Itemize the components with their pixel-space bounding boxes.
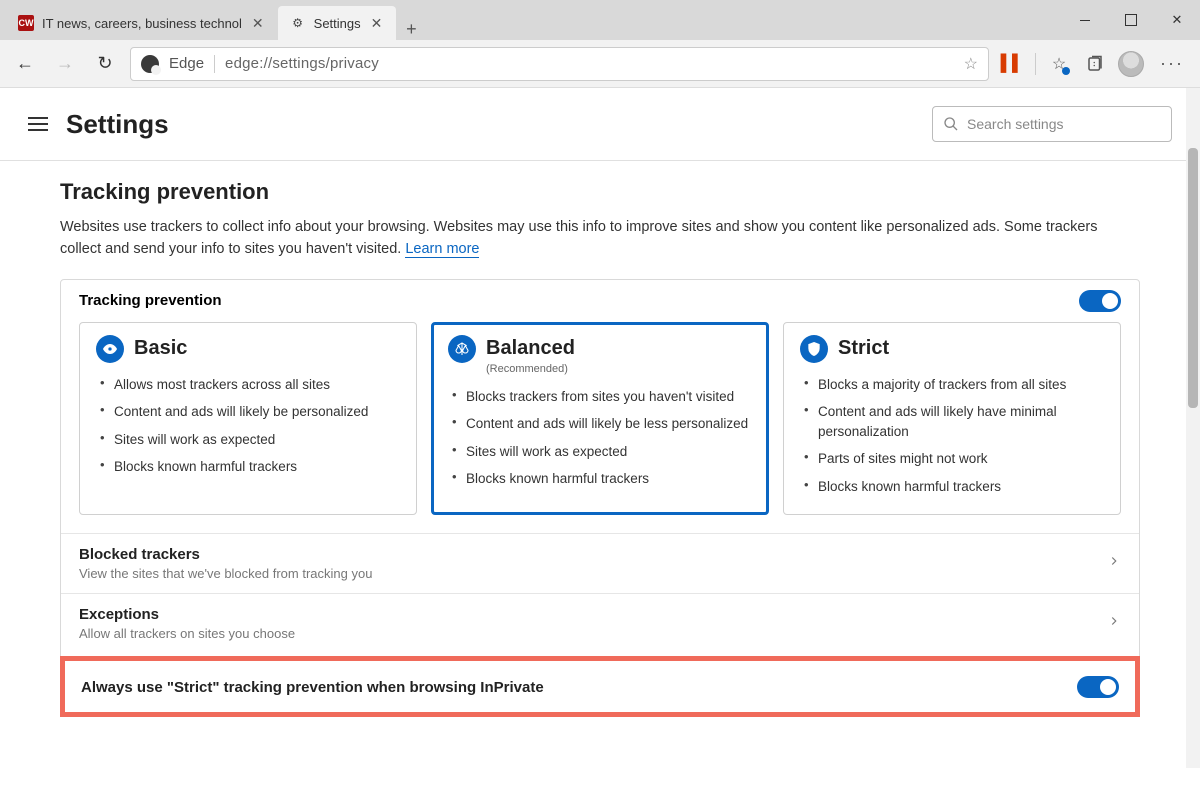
- bullet: Blocks a majority of trackers from all s…: [804, 371, 1104, 399]
- bullet: Parts of sites might not work: [804, 445, 1104, 473]
- level-strict[interactable]: Strict Blocks a majority of trackers fro…: [783, 322, 1121, 516]
- search-settings-input[interactable]: Search settings: [932, 106, 1172, 142]
- eye-icon: [96, 335, 124, 363]
- search-placeholder: Search settings: [967, 116, 1064, 132]
- bullet: Sites will work as expected: [452, 438, 752, 466]
- bullet: Blocks known harmful trackers: [804, 473, 1104, 501]
- bullet: Blocks known harmful trackers: [100, 453, 400, 481]
- gear-icon: ⚙: [290, 15, 306, 31]
- office-icon[interactable]: ▌▌: [999, 51, 1025, 77]
- chevron-right-icon: [1107, 554, 1121, 573]
- close-icon[interactable]: ✕: [369, 15, 385, 32]
- level-title: Basic: [134, 337, 187, 360]
- bullet: Sites will work as expected: [100, 426, 400, 454]
- tracking-levels: Basic Allows most trackers across all si…: [61, 322, 1139, 534]
- profile-avatar[interactable]: [1118, 51, 1144, 77]
- reload-button[interactable]: ↻: [90, 49, 120, 79]
- row-sub: Allow all trackers on sites you choose: [79, 626, 295, 641]
- blocked-trackers-row[interactable]: Blocked trackers View the sites that we'…: [61, 533, 1139, 593]
- new-tab-button[interactable]: +: [396, 19, 426, 40]
- separator: [1035, 53, 1036, 75]
- address-bar[interactable]: Edge edge://settings/privacy ☆: [130, 47, 989, 81]
- bullet: Blocks trackers from sites you haven't v…: [452, 383, 752, 411]
- bullet: Blocks known harmful trackers: [452, 465, 752, 493]
- page-title: Settings: [66, 109, 169, 140]
- browser-toolbar: ← → ↻ Edge edge://settings/privacy ☆ ▌▌ …: [0, 40, 1200, 88]
- section-desc-text: Websites use trackers to collect info ab…: [60, 219, 1098, 257]
- bullet: Content and ads will likely have minimal…: [804, 398, 1104, 445]
- collections-icon[interactable]: [1082, 51, 1108, 77]
- close-icon[interactable]: ✕: [250, 15, 266, 32]
- bullet: Allows most trackers across all sites: [100, 371, 400, 399]
- tab-it-news[interactable]: CW IT news, careers, business technol ✕: [6, 6, 278, 40]
- window-titlebar: CW IT news, careers, business technol ✕ …: [0, 0, 1200, 40]
- search-icon: [943, 116, 959, 132]
- tab-settings[interactable]: ⚙ Settings ✕: [278, 6, 397, 40]
- section-description: Websites use trackers to collect info ab…: [60, 217, 1110, 261]
- level-balanced[interactable]: Balanced (Recommended) Blocks trackers f…: [431, 322, 769, 516]
- row-sub: View the sites that we've blocked from t…: [79, 566, 372, 581]
- level-bullets: Allows most trackers across all sites Co…: [96, 371, 400, 481]
- tab-strip: CW IT news, careers, business technol ✕ …: [0, 0, 1062, 40]
- forward-button[interactable]: →: [50, 49, 80, 79]
- browser-label: Edge: [169, 55, 204, 72]
- card-header: Tracking prevention: [61, 280, 1139, 322]
- scrollbar[interactable]: [1186, 88, 1200, 768]
- edge-icon: [141, 55, 159, 73]
- star-icon[interactable]: ☆: [964, 54, 978, 74]
- favicon-cw: CW: [18, 15, 34, 31]
- card-header-label: Tracking prevention: [79, 292, 222, 309]
- tracking-prevention-card: Tracking prevention Basic Allows most tr…: [60, 279, 1140, 718]
- window-close-button[interactable]: [1154, 0, 1200, 40]
- row-title: Blocked trackers: [79, 546, 372, 563]
- level-bullets: Blocks trackers from sites you haven't v…: [448, 383, 752, 493]
- tracking-toggle[interactable]: [1079, 290, 1121, 312]
- level-subtitle: (Recommended): [486, 363, 752, 375]
- level-bullets: Blocks a majority of trackers from all s…: [800, 371, 1104, 501]
- shield-icon: [800, 335, 828, 363]
- back-button[interactable]: ←: [10, 49, 40, 79]
- bullet: Content and ads will likely be less pers…: [452, 410, 752, 438]
- level-title: Balanced: [486, 337, 575, 360]
- scrollbar-thumb[interactable]: [1188, 148, 1198, 408]
- window-minimize-button[interactable]: [1062, 0, 1108, 40]
- window-maximize-button[interactable]: [1108, 0, 1154, 40]
- window-controls: [1062, 0, 1200, 40]
- favorites-icon[interactable]: ☆: [1046, 51, 1072, 77]
- tab-title: Settings: [314, 16, 361, 31]
- learn-more-link[interactable]: Learn more: [405, 241, 479, 258]
- strict-inprivate-row[interactable]: Always use "Strict" tracking prevention …: [63, 659, 1137, 714]
- section-title: Tracking prevention: [60, 179, 1140, 205]
- settings-header: Settings Search settings: [0, 88, 1200, 161]
- bullet: Content and ads will likely be personali…: [100, 398, 400, 426]
- tab-title: IT news, careers, business technol: [42, 16, 242, 31]
- row-title: Exceptions: [79, 606, 295, 623]
- more-menu-button[interactable]: ···: [1154, 53, 1190, 74]
- menu-button[interactable]: [28, 117, 48, 131]
- separator: [214, 55, 215, 73]
- level-basic[interactable]: Basic Allows most trackers across all si…: [79, 322, 417, 516]
- strict-inprivate-toggle[interactable]: [1077, 676, 1119, 698]
- row-title: Always use "Strict" tracking prevention …: [81, 679, 544, 696]
- level-title: Strict: [838, 337, 889, 360]
- exceptions-row[interactable]: Exceptions Allow all trackers on sites y…: [61, 593, 1139, 653]
- url-text: edge://settings/privacy: [225, 55, 954, 72]
- chevron-right-icon: [1107, 614, 1121, 633]
- settings-content: Tracking prevention Websites use tracker…: [0, 161, 1200, 797]
- scale-icon: [448, 335, 476, 363]
